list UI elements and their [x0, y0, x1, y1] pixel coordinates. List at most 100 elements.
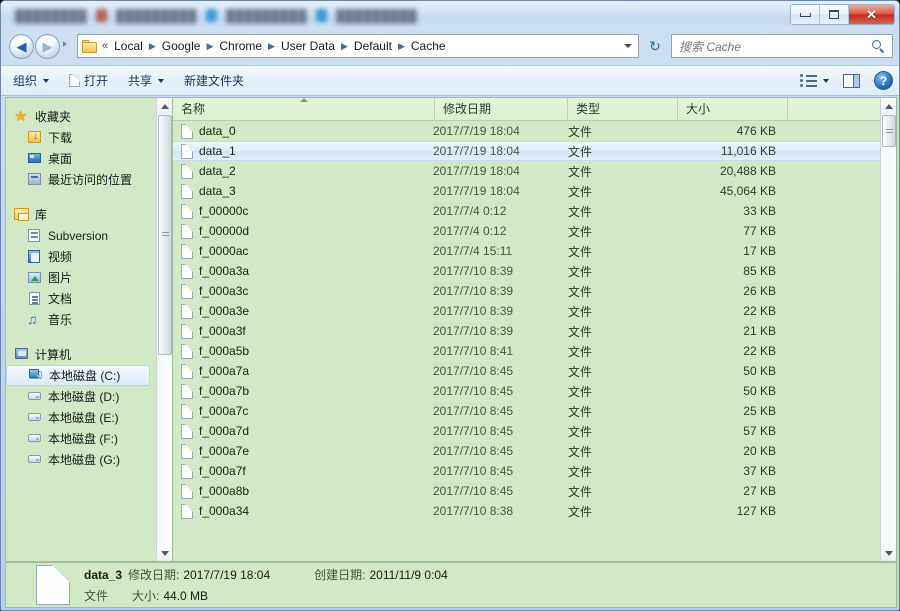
table-row[interactable]: f_000a7e 2017/7/10 8:45 文件 20 KB	[173, 441, 880, 461]
cell-name: data_2	[181, 163, 433, 179]
table-row[interactable]: f_000a7a 2017/7/10 8:45 文件 50 KB	[173, 361, 880, 381]
sidebar-item-favorites[interactable]: ★ 收藏夹	[6, 106, 172, 127]
table-row[interactable]: f_00000d 2017/7/4 0:12 文件 77 KB	[173, 221, 880, 241]
sidebar-item-drive-e[interactable]: 本地磁盘 (E:)	[6, 407, 172, 428]
sidebar-item-computer[interactable]: 计算机	[6, 344, 172, 365]
sidebar-item-libraries[interactable]: 库	[6, 204, 172, 225]
table-row[interactable]: f_000a7f 2017/7/10 8:45 文件 37 KB	[173, 461, 880, 481]
new-folder-button[interactable]: 新建文件夹	[176, 69, 252, 92]
table-row[interactable]: f_000a34 2017/7/10 8:38 文件 127 KB	[173, 501, 880, 521]
table-row[interactable]: f_000a8b 2017/7/10 8:45 文件 27 KB	[173, 481, 880, 501]
share-button[interactable]: 共享	[120, 69, 172, 92]
cell-date-modified: 2017/7/10 8:45	[433, 484, 514, 498]
refresh-button[interactable]: ↻	[643, 34, 667, 58]
cell-type: 文件	[568, 404, 593, 419]
table-row[interactable]: f_00000c 2017/7/4 0:12 文件 33 KB	[173, 201, 880, 221]
sidebar-item-drive-c[interactable]: 本地磁盘 (C:)	[6, 365, 150, 386]
navigation-pane-scrollbar[interactable]	[156, 98, 172, 561]
column-header-type[interactable]: 类型	[568, 98, 678, 121]
column-header-size[interactable]: 大小	[678, 98, 788, 121]
blurred-title-text-4: █████████	[336, 8, 418, 23]
file-icon	[181, 183, 193, 199]
organize-button[interactable]: 组织	[5, 69, 57, 92]
chevron-down-icon[interactable]	[823, 78, 829, 83]
breadcrumb-separator-icon[interactable]: ▶	[338, 41, 351, 51]
breadcrumb-item-default[interactable]: Default	[351, 37, 395, 55]
scroll-up-button[interactable]	[157, 98, 172, 114]
sidebar-item-recent-places[interactable]: 最近访问的位置	[6, 169, 172, 190]
recent-pages-dropdown[interactable]	[63, 41, 67, 47]
scrollbar-thumb[interactable]	[882, 115, 896, 147]
window-controls: ✕	[790, 4, 895, 25]
table-row[interactable]: data_2 2017/7/19 18:04 文件 20,488 KB	[173, 161, 880, 181]
sidebar-item-drive-g[interactable]: 本地磁盘 (G:)	[6, 449, 172, 470]
cell-size: 25 KB	[743, 404, 776, 418]
maximize-button[interactable]	[820, 5, 849, 24]
breadcrumb-separator-icon[interactable]: ▶	[203, 41, 216, 51]
breadcrumb-item-google[interactable]: Google	[159, 37, 204, 55]
help-button[interactable]: ?	[874, 71, 893, 90]
cell-size: 476 KB	[736, 124, 776, 138]
scroll-up-button[interactable]	[881, 98, 896, 114]
scroll-down-button[interactable]	[157, 545, 172, 561]
back-button[interactable]: ◀	[9, 34, 34, 59]
title-bar[interactable]: ████████ █████████ █████████ █████████ ✕	[1, 1, 899, 29]
open-button[interactable]: 打开	[61, 69, 116, 92]
address-bar[interactable]: « Local ▶ Google ▶ Chrome ▶ User Data ▶ …	[77, 34, 639, 58]
cell-name: f_000a3a	[181, 263, 433, 279]
close-button[interactable]: ✕	[849, 5, 894, 24]
cell-date-modified: 2017/7/10 8:38	[433, 504, 514, 518]
file-name-label: f_00000d	[199, 224, 250, 238]
column-header-date-modified[interactable]: 修改日期	[435, 98, 568, 121]
table-row[interactable]: f_000a3f 2017/7/10 8:39 文件 21 KB	[173, 321, 880, 341]
breadcrumb-item-user-data[interactable]: User Data	[278, 37, 338, 55]
column-header-name[interactable]: 名称	[173, 98, 435, 121]
sidebar-item-music[interactable]: ♫ 音乐	[6, 309, 172, 330]
sidebar-item-pictures[interactable]: 图片	[6, 267, 172, 288]
details-size-value: 44.0 MB	[163, 589, 209, 603]
breadcrumb-overflow-icon[interactable]: «	[102, 40, 108, 52]
breadcrumb-separator-icon[interactable]: ▶	[146, 41, 159, 51]
preview-pane-button[interactable]	[843, 73, 860, 88]
change-view-button[interactable]	[796, 71, 819, 90]
cell-date-modified: 2017/7/4 0:12	[433, 224, 507, 238]
sort-ascending-icon	[299, 98, 308, 102]
scrollbar-thumb[interactable]	[158, 115, 172, 355]
chevron-down-icon[interactable]	[624, 44, 632, 48]
table-row[interactable]: f_000a7d 2017/7/10 8:45 文件 57 KB	[173, 421, 880, 441]
table-row[interactable]: f_000a3c 2017/7/10 8:39 文件 26 KB	[173, 281, 880, 301]
sidebar-item-drive-d[interactable]: 本地磁盘 (D:)	[6, 386, 172, 407]
sidebar-item-label: Subversion	[48, 228, 109, 243]
sidebar-item-label: 计算机	[35, 348, 72, 362]
table-row[interactable]: f_000a7b 2017/7/10 8:45 文件 50 KB	[173, 381, 880, 401]
details-file-name: data_3	[84, 568, 123, 582]
table-row[interactable]: data_3 2017/7/19 18:04 文件 45,064 KB	[173, 181, 880, 201]
sidebar-item-desktop[interactable]: 桌面	[6, 148, 172, 169]
table-row[interactable]: data_0 2017/7/19 18:04 文件 476 KB	[173, 121, 880, 141]
table-row[interactable]: data_1 2017/7/19 18:04 文件 11,016 KB	[173, 141, 880, 161]
file-icon	[181, 243, 193, 259]
breadcrumb-separator-icon[interactable]: ▶	[265, 41, 278, 51]
minimize-button[interactable]	[791, 5, 820, 24]
breadcrumb-separator-icon[interactable]: ▶	[395, 41, 408, 51]
file-icon	[181, 483, 193, 499]
breadcrumb-item-local[interactable]: Local	[111, 37, 146, 55]
table-row[interactable]: f_0000ac 2017/7/4 15:11 文件 17 KB	[173, 241, 880, 261]
forward-button[interactable]: ▶	[35, 34, 60, 59]
scroll-down-button[interactable]	[881, 545, 896, 561]
sidebar-item-videos[interactable]: 视频	[6, 246, 172, 267]
breadcrumb-item-cache[interactable]: Cache	[408, 37, 449, 55]
table-row[interactable]: f_000a3e 2017/7/10 8:39 文件 22 KB	[173, 301, 880, 321]
breadcrumb-item-chrome[interactable]: Chrome	[216, 37, 265, 55]
table-row[interactable]: f_000a3a 2017/7/10 8:39 文件 85 KB	[173, 261, 880, 281]
sidebar-item-label: 本地磁盘 (D:)	[48, 390, 120, 404]
sidebar-item-downloads[interactable]: ↓ 下载	[6, 127, 172, 148]
sidebar-item-subversion[interactable]: Subversion	[6, 225, 172, 246]
search-input[interactable]: 搜索 Cache	[671, 34, 893, 58]
sidebar-item-documents[interactable]: 文档	[6, 288, 172, 309]
file-list-scrollbar[interactable]	[880, 98, 896, 561]
cell-type: 文件	[568, 124, 593, 139]
table-row[interactable]: f_000a5b 2017/7/10 8:41 文件 22 KB	[173, 341, 880, 361]
sidebar-item-drive-f[interactable]: 本地磁盘 (F:)	[6, 428, 172, 449]
table-row[interactable]: f_000a7c 2017/7/10 8:45 文件 25 KB	[173, 401, 880, 421]
